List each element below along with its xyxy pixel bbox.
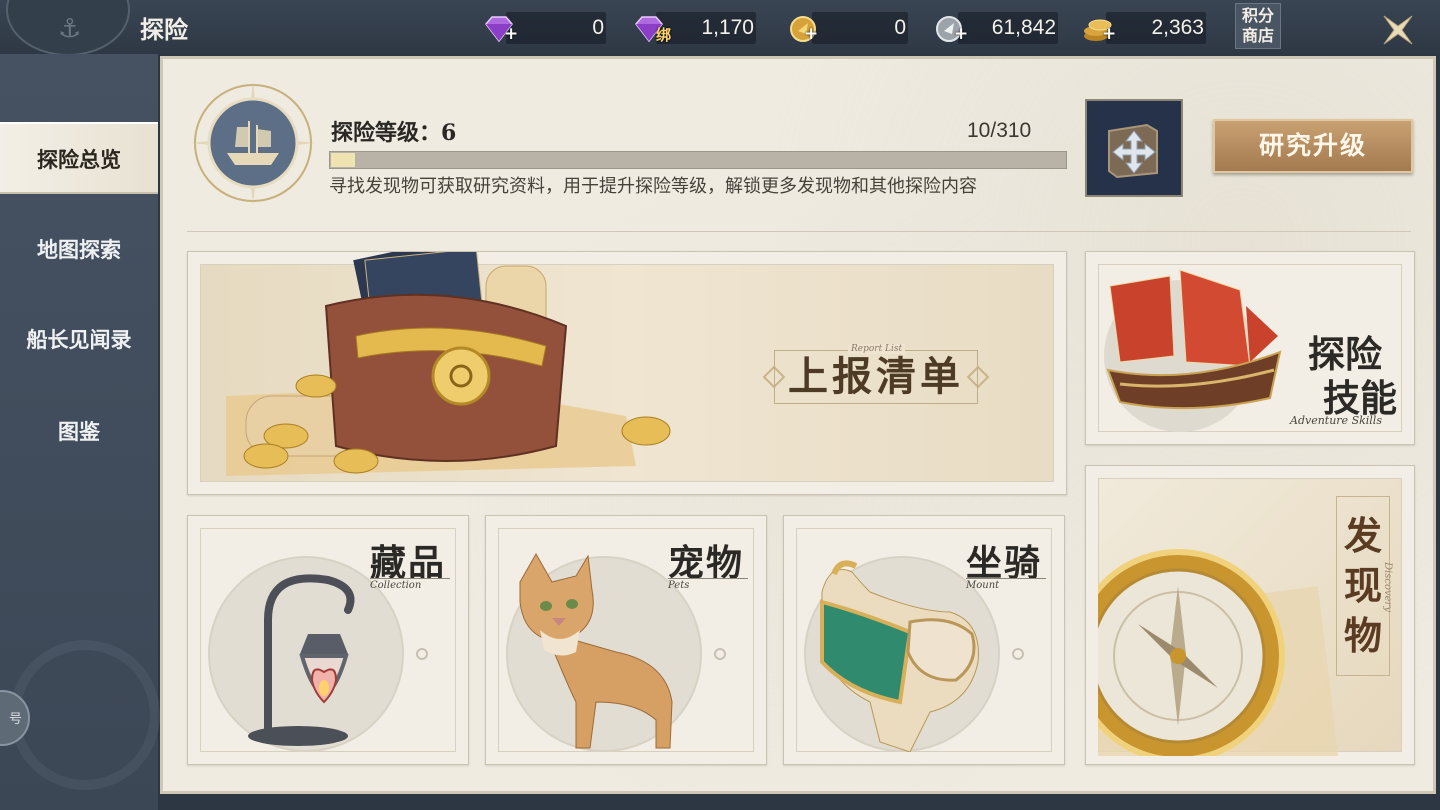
currency-value: 2,363	[1151, 16, 1204, 39]
shop-label-line1: 积分	[1241, 6, 1274, 25]
page-title: 探险	[140, 15, 188, 44]
currency-value: 0	[592, 16, 604, 39]
research-upgrade-button[interactable]: 研究升级	[1213, 119, 1413, 173]
level-progress-fill	[331, 153, 355, 167]
exploration-level-label: 探险等级：6	[331, 120, 457, 146]
sidebar-item-overview[interactable]: 探险总览	[0, 122, 158, 194]
compass-illustration	[1098, 549, 1338, 756]
adventure-skills-subtitle: Adventure Skills	[1290, 414, 1382, 427]
move-arrows-icon	[1108, 123, 1158, 179]
points-shop-button[interactable]: 积分 商店	[1235, 3, 1281, 49]
adventure-skills-card[interactable]: 探险 技能 Adventure Skills	[1085, 251, 1415, 445]
treasure-bag-illustration	[226, 252, 671, 476]
cat-illustration	[519, 552, 673, 749]
bottom-strip	[158, 794, 1440, 810]
bound-tag: 绑	[656, 26, 672, 44]
sailing-ship-illustration	[1104, 269, 1282, 432]
currency-value: 61,842	[991, 16, 1056, 39]
main-panel: 探险等级：6 10/310 寻找发现物可获取研究资料，用于提升探险等级，解锁更多…	[160, 56, 1436, 794]
discovery-card[interactable]: 发现物 Discovery	[1085, 465, 1415, 765]
currency-gold-coin[interactable]: + 0	[788, 12, 908, 44]
lantern-illustration	[248, 574, 355, 746]
top-bar: ⚓ 探险 + 0 绑 1,170 + 0 + 61,842 + 2,363 积分…	[0, 0, 1440, 56]
currency-value: 1,170	[701, 16, 754, 39]
divider	[187, 231, 1411, 232]
saddle-illustration	[820, 560, 979, 752]
mount-card[interactable]: 坐骑 Mount	[783, 515, 1065, 765]
anchor-emblem: ⚓	[6, 0, 130, 56]
collection-subtitle: Collection	[370, 578, 450, 591]
add-silver-icon: +	[954, 24, 969, 44]
level-progress-text: 10/310	[967, 119, 1032, 142]
pets-subtitle: Pets	[668, 578, 748, 591]
sidebar-item-map-explore[interactable]: 地图探索	[0, 214, 158, 286]
collection-card[interactable]: 藏品 Collection	[187, 515, 469, 765]
anchor-icon: ⚓	[58, 14, 82, 44]
close-icon[interactable]	[1378, 10, 1418, 50]
currency-coin-stack[interactable]: + 2,363	[1082, 12, 1206, 44]
ship-emblem-icon	[191, 81, 315, 205]
sidebar-item-captain-journal[interactable]: 船长见闻录	[0, 304, 158, 376]
currency-value: 0	[894, 16, 906, 39]
shop-label-line2: 商店	[1241, 26, 1274, 45]
level-description: 寻找发现物可获取研究资料，用于提升探险等级，解锁更多发现物和其他探险内容	[329, 176, 977, 197]
pets-card[interactable]: 宠物 Pets	[485, 515, 767, 765]
currency-silver-coin[interactable]: + 61,842	[934, 12, 1058, 44]
currency-diamond[interactable]: + 0	[482, 12, 606, 44]
currency-bound-diamond[interactable]: 绑 1,170	[632, 12, 756, 44]
sidebar-item-codex[interactable]: 图鉴	[0, 396, 158, 468]
mount-subtitle: Mount	[966, 578, 1046, 591]
ship-wheel-decoration	[10, 640, 160, 790]
add-diamond-icon: +	[504, 24, 519, 44]
research-item-slot[interactable]	[1085, 99, 1183, 197]
add-coin-icon: +	[1102, 24, 1117, 44]
add-gold-icon: +	[804, 24, 819, 44]
level-progress-bar	[329, 151, 1067, 169]
report-list-subtitle: Report List	[848, 344, 906, 354]
report-list-title: 上报清单	[774, 350, 978, 404]
report-list-card[interactable]: 上报清单 Report List	[187, 251, 1067, 495]
adventure-skills-title: 探险 技能	[1308, 332, 1397, 420]
discovery-subtitle: Discovery	[1382, 562, 1393, 612]
